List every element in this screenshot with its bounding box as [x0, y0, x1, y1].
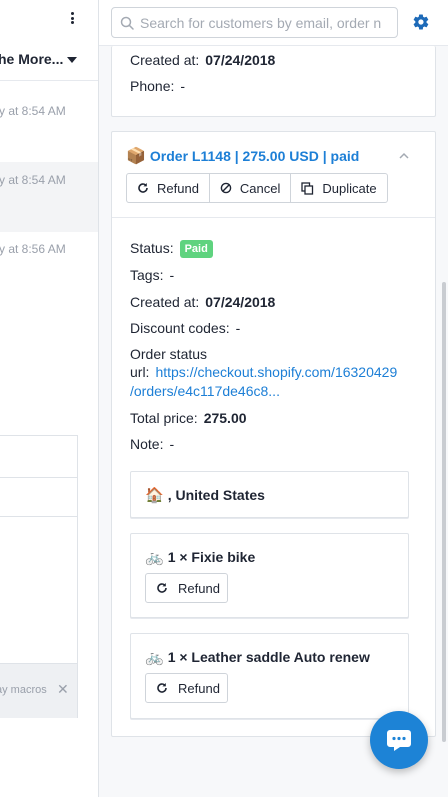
message-timestamp: y at 8:56 AM: [0, 242, 66, 256]
order-card: 📦 Order L1148 | 275.00 USD | paid Refund …: [111, 131, 436, 737]
divider: [0, 477, 77, 478]
note-row: Note: -: [130, 436, 174, 452]
reply-box: ay macros ✕: [0, 435, 78, 718]
cancel-icon: [220, 182, 232, 194]
chat-launcher-button[interactable]: [370, 711, 428, 769]
message-timestamp: y at 8:54 AM: [0, 104, 66, 118]
phone-row: Phone: -: [130, 78, 185, 94]
tags-row: Tags: -: [130, 267, 174, 283]
created-at-value: 07/24/2018: [205, 52, 276, 68]
conversation-list-panel: he More... y at 8:54 AM y at 8:54 AM y a…: [0, 0, 99, 797]
duplicate-icon: [301, 181, 314, 195]
created-at-label: Created at:: [130, 294, 200, 310]
note-label: Note:: [130, 436, 164, 452]
line-item-title: 🚲 1 × Fixie bike: [145, 548, 255, 566]
shipping-text: , United States: [167, 487, 265, 503]
order-status-link[interactable]: https://checkout.shopify.com/16320429: [155, 364, 397, 380]
package-icon: 📦: [126, 148, 146, 165]
more-vertical-icon[interactable]: [66, 10, 78, 26]
created-at-value: 07/24/2018: [205, 294, 276, 310]
more-dropdown-label: he More...: [0, 51, 64, 67]
divider: [112, 217, 435, 218]
duplicate-label: Duplicate: [322, 180, 377, 196]
macros-bar[interactable]: ay macros ✕: [0, 663, 77, 718]
search-icon: [120, 16, 134, 30]
line-item-refund-button[interactable]: Refund: [145, 673, 228, 703]
phone-label: Phone:: [130, 78, 175, 94]
shipping-address: 🏠, United States: [145, 486, 265, 504]
created-at-row: Created at: 07/24/2018: [130, 52, 275, 68]
close-icon[interactable]: ✕: [57, 681, 69, 698]
refund-icon: [157, 583, 167, 593]
order-header[interactable]: 📦 Order L1148 | 275.00 USD | paid: [126, 146, 359, 166]
gear-icon[interactable]: [412, 13, 430, 31]
status-badge: Paid: [179, 240, 213, 258]
search-box[interactable]: [111, 7, 398, 38]
status-label: Status:: [130, 240, 174, 256]
order-title[interactable]: Order L1148 | 275.00 USD | paid: [150, 148, 359, 164]
refund-icon: [138, 183, 148, 193]
line-item-refund-button[interactable]: Refund: [145, 573, 228, 603]
sidebar-header: [99, 0, 448, 46]
shipping-address-card: 🏠, United States: [130, 471, 409, 518]
line-item-text: 1 × Fixie bike: [167, 549, 256, 565]
message-timestamp: y at 8:54 AM: [0, 173, 66, 187]
refund-label: Refund: [178, 680, 220, 696]
created-at-label: Created at:: [130, 52, 200, 68]
line-item-text: 1 × Leather saddle Auto renew: [167, 649, 370, 665]
bike-icon: 🚲: [145, 649, 164, 666]
total-price-row: Total price: 275.00: [130, 410, 247, 426]
customer-sidebar: Created at:07/24/2018 Phone:- 📦Order L11…: [99, 0, 448, 797]
customer-info-card: Created at: 07/24/2018 Phone: -: [111, 46, 436, 117]
order-actions: Refund Cancel Duplicate: [126, 173, 388, 203]
house-icon: 🏠: [145, 487, 164, 504]
line-item-title: 🚲 1 × Leather saddle Auto renew: [145, 648, 370, 666]
bike-icon: 🚲: [145, 549, 164, 566]
cancel-label: Cancel: [239, 180, 281, 196]
created-at-row: Created at: 07/24/2018: [130, 294, 275, 310]
order-status-label: Order status: [130, 346, 208, 362]
status-row: Status: Paid: [130, 240, 213, 258]
divider: [0, 516, 77, 517]
note-value: -: [169, 436, 175, 452]
duplicate-button[interactable]: Duplicate: [290, 174, 386, 202]
line-item-card: 🚲 1 × Fixie bike Refund: [130, 533, 409, 618]
cancel-button[interactable]: Cancel: [208, 174, 290, 202]
line-item-card: 🚲 1 × Leather saddle Auto renew Refund: [130, 633, 409, 719]
discount-value: -: [235, 320, 241, 336]
chat-icon: [387, 730, 411, 751]
total-price-value: 275.00: [203, 410, 247, 426]
refund-label: Refund: [157, 180, 199, 196]
chevron-up-icon[interactable]: [399, 152, 409, 160]
divider: [0, 80, 98, 81]
refund-icon: [157, 683, 167, 693]
discount-label: Discount codes:: [130, 320, 230, 336]
order-status-label-cont: url:: [130, 364, 150, 380]
refund-label: Refund: [178, 580, 220, 596]
macros-hint: ay macros: [0, 684, 47, 696]
order-status-link-cont[interactable]: /orders/e4c117de46c8...: [130, 383, 280, 399]
search-input[interactable]: [140, 8, 390, 37]
phone-value: -: [180, 78, 186, 94]
refund-button[interactable]: Refund: [127, 174, 209, 202]
caret-down-icon: [67, 57, 77, 63]
tags-label: Tags:: [130, 267, 164, 283]
total-price-label: Total price:: [130, 410, 198, 426]
order-status-url-row: url: https://checkout.shopify.com/1632042…: [130, 364, 397, 380]
tags-value: -: [169, 267, 175, 283]
discount-row: Discount codes: -: [130, 320, 240, 336]
more-dropdown[interactable]: he More...: [0, 50, 98, 72]
scrollbar[interactable]: [442, 282, 446, 742]
